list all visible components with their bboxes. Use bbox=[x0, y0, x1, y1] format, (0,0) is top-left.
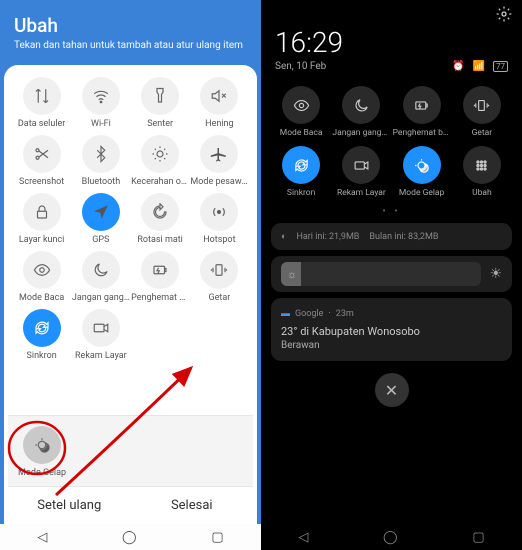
nav-back-icon[interactable]: ◁ bbox=[37, 530, 47, 545]
page-indicator: • • bbox=[261, 206, 522, 217]
tile-label: Mode Baca bbox=[280, 128, 323, 138]
record-toggle[interactable] bbox=[82, 309, 120, 347]
nav-home-icon[interactable]: ◯ bbox=[122, 530, 137, 545]
battery-toggle[interactable] bbox=[403, 86, 441, 124]
tile-label: Rekam Layar bbox=[75, 351, 127, 361]
gps-toggle[interactable] bbox=[82, 193, 120, 231]
notif-title: 23° di Kabupaten Wonosobo bbox=[281, 325, 502, 338]
nav-recent-icon[interactable]: ▢ bbox=[211, 530, 223, 545]
plane-toggle[interactable] bbox=[200, 135, 238, 173]
torch-toggle[interactable] bbox=[141, 77, 179, 115]
notification-card[interactable]: ▬ Google · 23m 23° di Kabupaten Wonosobo… bbox=[271, 298, 512, 361]
vibe-toggle[interactable] bbox=[200, 251, 238, 289]
tile-label: Mode Gelap bbox=[399, 188, 444, 198]
battery-toggle[interactable] bbox=[141, 251, 179, 289]
tile-label: Hotspot bbox=[203, 235, 235, 245]
tile-label: Getar bbox=[472, 128, 493, 138]
tile-label: Sinkron bbox=[27, 351, 57, 361]
rotate-toggle[interactable] bbox=[141, 193, 179, 231]
notif-app: Google bbox=[295, 309, 323, 319]
tile-label: Mode Baca bbox=[19, 293, 64, 303]
brightness-slider[interactable]: ☼ ☀ bbox=[271, 256, 512, 292]
tile-label: Bluetooth bbox=[82, 177, 121, 187]
tile-label: GPS bbox=[92, 235, 109, 245]
tile-label: Jangan ganggu bbox=[72, 293, 130, 303]
sync-toggle[interactable] bbox=[282, 146, 320, 184]
record-toggle[interactable] bbox=[342, 146, 380, 184]
nav-recent-icon[interactable]: ▢ bbox=[472, 530, 484, 545]
moon-toggle[interactable] bbox=[82, 251, 120, 289]
nav-back-icon[interactable]: ◁ bbox=[298, 530, 308, 545]
brightness-toggle[interactable] bbox=[141, 135, 179, 173]
wifi-toggle[interactable] bbox=[82, 77, 120, 115]
mute-toggle[interactable] bbox=[200, 77, 238, 115]
tile-label: Rekam Layar bbox=[337, 188, 386, 198]
auto-brightness-icon[interactable]: ☀ bbox=[489, 266, 502, 282]
arrows-toggle[interactable] bbox=[23, 77, 61, 115]
dark-mode-label: Mode Gelap bbox=[18, 468, 66, 478]
eye-toggle[interactable] bbox=[282, 86, 320, 124]
tile-label: Penghemat baterai bbox=[393, 128, 451, 138]
battery-icon: 77 bbox=[493, 61, 508, 72]
grid-toggle[interactable] bbox=[463, 146, 501, 184]
google-icon: ▬ bbox=[281, 308, 290, 319]
data-usage-card[interactable]: ◐ Hari ini: 21,9MB Bulan ini: 83,2MB bbox=[271, 223, 512, 250]
data-usage-icon: ◐ bbox=[281, 231, 286, 242]
darkmode-toggle[interactable] bbox=[403, 146, 441, 184]
tile-label: Jangan ganggu bbox=[332, 128, 390, 138]
tile-label: Layar kunci bbox=[19, 235, 64, 245]
status-bar bbox=[261, 0, 522, 22]
tile-label: Wi-Fi bbox=[91, 119, 111, 129]
done-button[interactable]: Selesai bbox=[131, 487, 254, 524]
tile-label: Data seluler bbox=[18, 119, 65, 129]
tile-label: Screenshot bbox=[19, 177, 64, 187]
hotspot-toggle[interactable] bbox=[200, 193, 238, 231]
lock-toggle[interactable] bbox=[23, 193, 61, 231]
nav-bar: ◁ ◯ ▢ bbox=[0, 524, 261, 550]
tile-label: Getar bbox=[208, 293, 230, 303]
notif-subtitle: Berawan bbox=[281, 340, 502, 351]
tile-label: Rotasi mati bbox=[137, 235, 183, 245]
edit-subtitle: Tekan dan tahan untuk tambah atau atur u… bbox=[14, 40, 247, 51]
clear-notifications-button[interactable]: ✕ bbox=[375, 373, 409, 407]
dark-mode-toggle[interactable] bbox=[23, 426, 61, 464]
clock-date: Sen, 10 Feb bbox=[275, 61, 326, 72]
scissors-toggle[interactable] bbox=[23, 135, 61, 173]
alarm-icon: ⏰ bbox=[452, 61, 464, 72]
tile-label: Hening bbox=[205, 119, 233, 129]
reset-button[interactable]: Setel ulang bbox=[8, 487, 131, 524]
eye-toggle[interactable] bbox=[23, 251, 61, 289]
tile-label: Mode pesawat bbox=[190, 177, 248, 187]
moon-toggle[interactable] bbox=[342, 86, 380, 124]
signal-icon: 📶 bbox=[473, 61, 485, 72]
tile-label: Kecerahan otom bbox=[131, 177, 189, 187]
tile-label: Sinkron bbox=[287, 188, 315, 198]
clock-time: 16:29 bbox=[275, 26, 508, 59]
settings-icon[interactable] bbox=[496, 6, 512, 22]
tile-label: Penghemat baterai bbox=[131, 293, 189, 303]
bt-toggle[interactable] bbox=[82, 135, 120, 173]
edit-title: Ubah bbox=[14, 14, 247, 37]
notif-time: 23m bbox=[336, 309, 354, 319]
nav-home-icon[interactable]: ◯ bbox=[383, 530, 398, 545]
vibe-toggle[interactable] bbox=[463, 86, 501, 124]
nav-bar: ◁ ◯ ▢ bbox=[261, 524, 522, 550]
sync-toggle[interactable] bbox=[23, 309, 61, 347]
tile-label: Ubah bbox=[472, 188, 492, 198]
tile-label: Senter bbox=[147, 119, 173, 129]
